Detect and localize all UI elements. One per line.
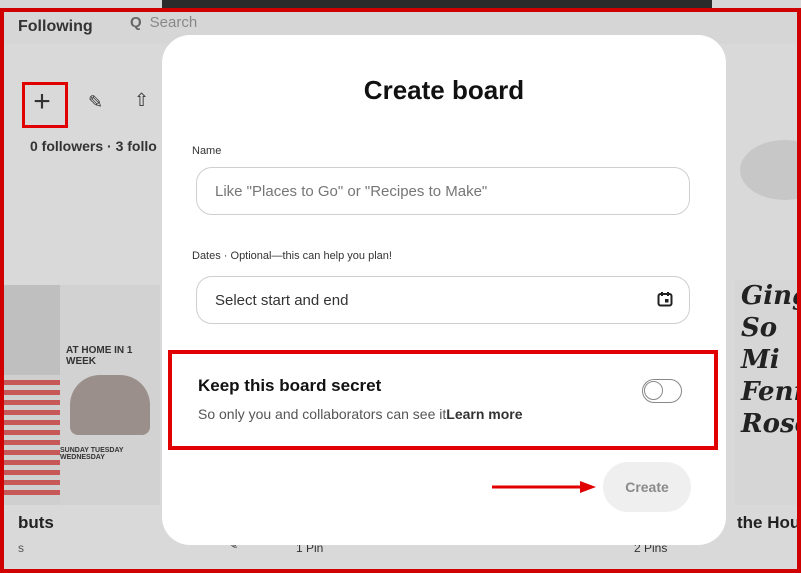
board-cover-text-list — [0, 380, 60, 500]
create-board-dialog: Create board Name Dates · Optional—this … — [162, 35, 726, 545]
secret-subtitle: So only you and collaborators can see it — [198, 406, 447, 422]
search-bar[interactable]: Q Search — [130, 14, 197, 31]
board-cover-heading: AT HOME IN 1 WEEK — [66, 345, 133, 367]
top-dark-strip — [162, 0, 712, 10]
board-cover-left[interactable]: AT HOME IN 1 WEEK SUNDAY TUESDAY WEDNESD… — [0, 285, 160, 505]
learn-more-link[interactable]: Learn more — [446, 406, 522, 422]
profile-toolbar: + ✎ ⇧ — [22, 82, 172, 128]
secret-toggle[interactable] — [642, 379, 682, 403]
toggle-knob — [644, 381, 663, 400]
dates-placeholder: Select start and end — [215, 292, 349, 309]
search-icon: Q — [130, 14, 142, 31]
dates-label: Dates · Optional—this can help you plan! — [192, 250, 392, 262]
board-title-right[interactable]: the Hou — [737, 513, 800, 533]
board-cover-image — [0, 285, 60, 375]
secret-description: So only you and collaborators can see it… — [198, 406, 523, 422]
search-placeholder: Search — [149, 14, 198, 31]
secret-title: Keep this board secret — [198, 376, 382, 395]
secret-setting-highlight: Keep this board secret So only you and c… — [168, 350, 718, 450]
board-subtitle-left: s — [18, 541, 24, 555]
create-button[interactable]: Create — [603, 462, 691, 512]
dialog-title: Create board — [363, 75, 525, 105]
following-tab[interactable]: Following — [18, 18, 93, 36]
board-name-input[interactable] — [196, 167, 690, 215]
name-label: Name — [192, 145, 222, 157]
plus-icon[interactable]: + — [22, 84, 62, 120]
calendar-icon[interactable] — [657, 291, 673, 307]
board-title-left[interactable]: buts — [18, 513, 54, 533]
board-cover-figure — [70, 375, 150, 435]
followers-count: 0 followers · 3 follo — [30, 138, 157, 154]
board-cover-lettering: Ging So Mi Fenn Rosema — [741, 281, 801, 439]
dates-input[interactable]: Select start and end — [196, 276, 690, 324]
decorative-shape — [740, 140, 801, 200]
board-cover-days: SUNDAY TUESDAY WEDNESDAY — [60, 447, 124, 461]
pencil-icon[interactable]: ✎ — [88, 92, 103, 113]
board-cover-right[interactable]: Ging So Mi Fenn Rosema — [735, 280, 801, 505]
share-icon[interactable]: ⇧ — [134, 90, 149, 111]
arrow-annotation-icon — [492, 481, 596, 493]
